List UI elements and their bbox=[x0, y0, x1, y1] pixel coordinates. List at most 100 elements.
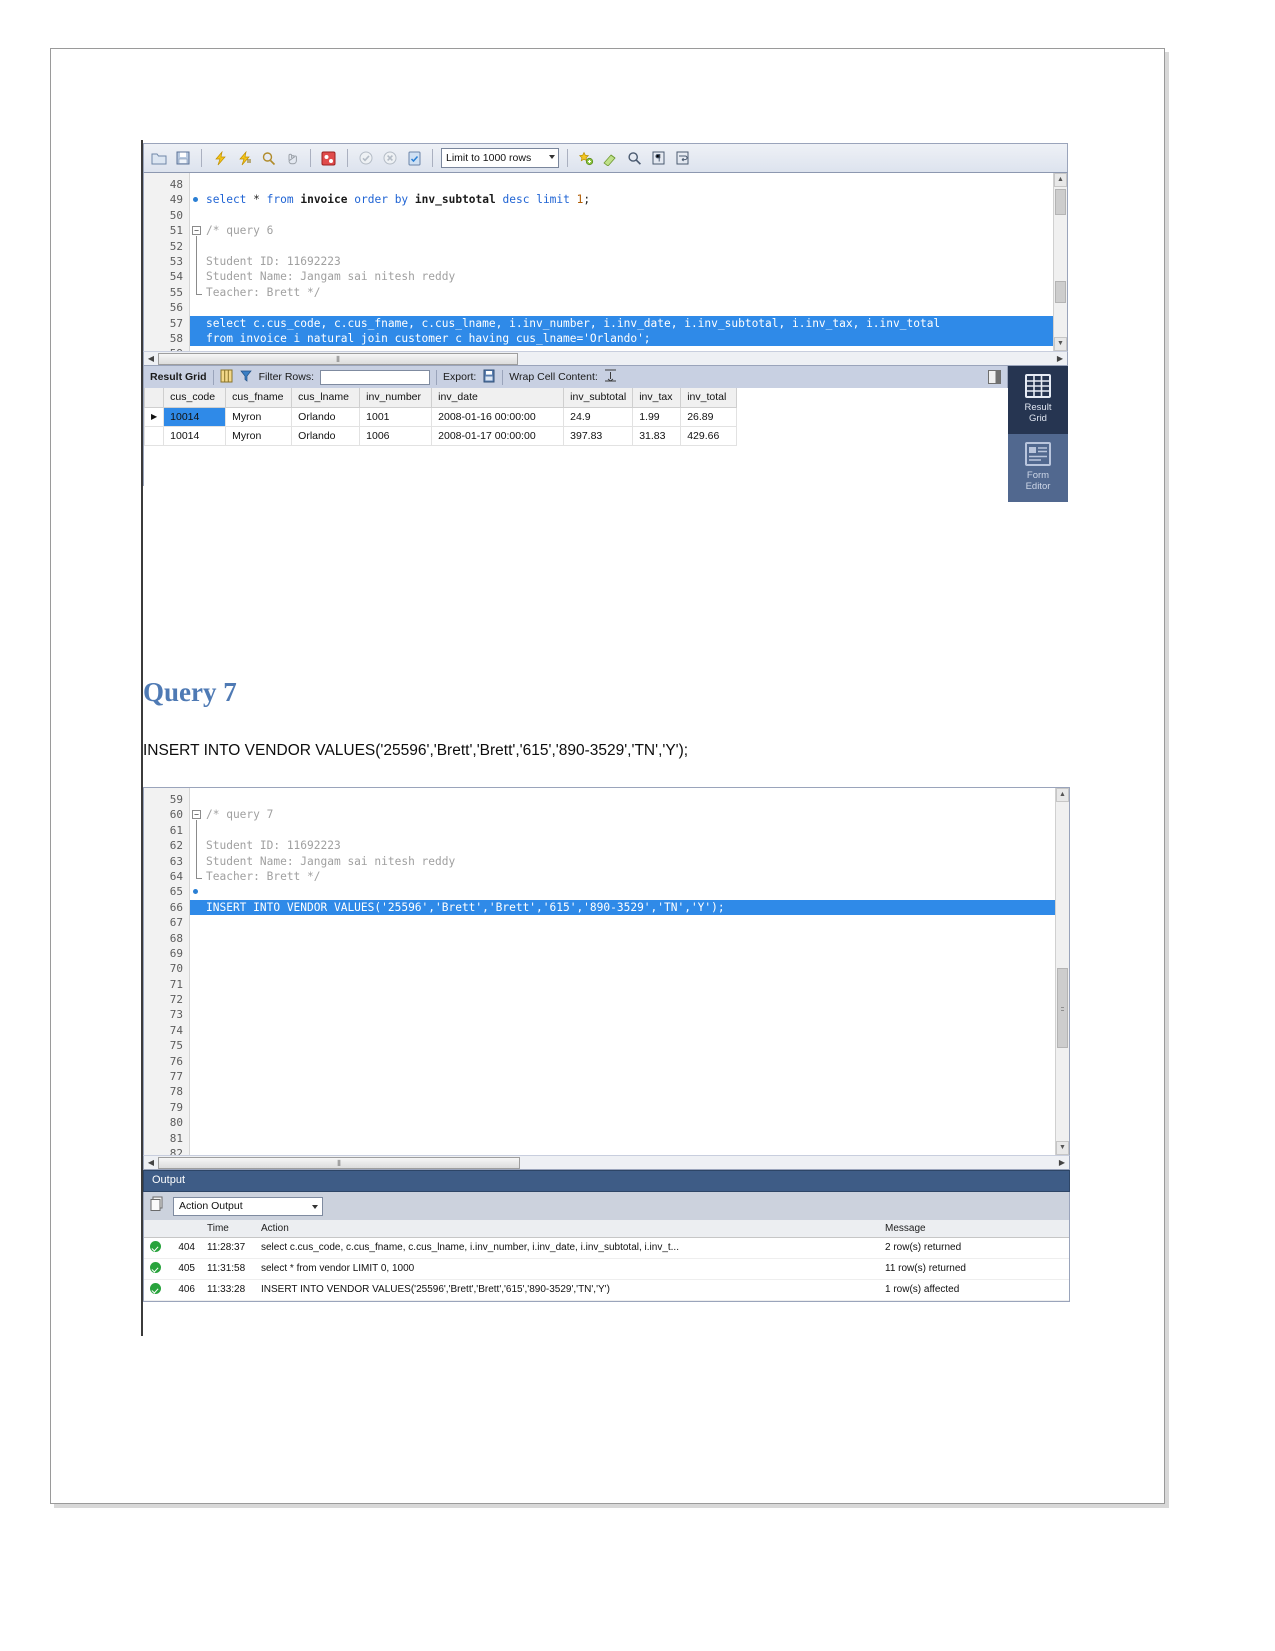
editor-line-selected[interactable]: from invoice i natural join customer c h… bbox=[190, 330, 1067, 347]
editor-vertical-scrollbar[interactable]: ▲ ▼ bbox=[1053, 173, 1067, 351]
grid-view-icon[interactable] bbox=[220, 369, 233, 386]
table-cell[interactable]: 1001 bbox=[359, 406, 433, 427]
editor-line[interactable]: Teacher: Brett */ bbox=[190, 285, 1067, 300]
editor-line[interactable] bbox=[190, 1069, 1069, 1084]
toggle-execution-plan-icon[interactable] bbox=[319, 148, 339, 168]
editor-line[interactable]: Student Name: Jangam sai nitesh reddy bbox=[190, 854, 1069, 869]
table-cell[interactable]: 429.66 bbox=[680, 425, 738, 446]
editor-vertical-scrollbar[interactable]: ▲ ▼ bbox=[1055, 788, 1069, 1155]
editor-line[interactable] bbox=[190, 1054, 1069, 1069]
editor-line[interactable] bbox=[190, 823, 1069, 838]
filter-rows-input[interactable] bbox=[320, 369, 431, 385]
result-grid-table[interactable]: cus_code cus_fname cus_lname inv_number inv_… bbox=[143, 388, 738, 446]
output-row[interactable]: 406 11:33:28 INSERT INTO VENDOR VALUES('25… bbox=[144, 1279, 1069, 1301]
execute-icon[interactable] bbox=[210, 148, 230, 168]
side-tab-form-editor[interactable]: Form Editor bbox=[1008, 434, 1068, 502]
editor-line[interactable]: Student ID: 11692223 bbox=[190, 838, 1069, 853]
output-row[interactable]: 405 11:31:58 select * from vendor LIMIT 0,… bbox=[144, 1258, 1069, 1280]
table-cell[interactable]: 26.89 bbox=[680, 406, 738, 427]
row-selector-arrow-icon[interactable] bbox=[143, 425, 165, 446]
scroll-right-arrow[interactable]: ▶ bbox=[1055, 1158, 1069, 1167]
editor-line[interactable] bbox=[190, 1131, 1069, 1146]
editor-line[interactable] bbox=[190, 239, 1067, 254]
editor-line[interactable] bbox=[190, 1038, 1069, 1053]
editor-line[interactable] bbox=[190, 208, 1067, 223]
hscroll-thumb[interactable]: ⦀ bbox=[158, 1156, 520, 1169]
toggle-invisible-chars-icon[interactable] bbox=[648, 148, 668, 168]
editor-line[interactable]: Student Name: Jangam sai nitesh reddy bbox=[190, 269, 1067, 284]
editor-line[interactable] bbox=[190, 1007, 1069, 1022]
filter-icon[interactable] bbox=[239, 369, 253, 386]
output-pane-icon[interactable] bbox=[150, 1196, 165, 1217]
export-icon[interactable] bbox=[482, 369, 496, 386]
code-fold-toggle-icon[interactable]: − bbox=[192, 226, 201, 236]
limit-rows-select[interactable]: Limit to 1000 rows bbox=[441, 148, 559, 168]
editor-line[interactable] bbox=[190, 792, 1069, 807]
column-header[interactable]: inv_subtotal bbox=[563, 388, 634, 408]
column-header[interactable]: cus_code bbox=[163, 388, 227, 408]
editor-line[interactable]: select * from invoice order by inv_subto… bbox=[190, 192, 1067, 207]
column-header[interactable]: inv_date bbox=[431, 388, 565, 408]
editor-line[interactable] bbox=[190, 977, 1069, 992]
table-cell[interactable]: 2008-01-16 00:00:00 bbox=[431, 406, 565, 427]
table-cell[interactable]: 10014 bbox=[163, 406, 227, 427]
table-cell[interactable]: 31.83 bbox=[632, 425, 682, 446]
sql-editor-top[interactable]: 484950515253545556575859 select * from i… bbox=[143, 173, 1068, 351]
editor-line[interactable] bbox=[190, 1084, 1069, 1099]
editor-line[interactable] bbox=[190, 961, 1069, 976]
editor-line[interactable] bbox=[190, 1100, 1069, 1115]
action-output-table[interactable]: Time Action Message 404 11:28:37 select c.cus… bbox=[144, 1220, 1069, 1301]
sql-editor-toolbar[interactable]: Limit to 1000 rows bbox=[143, 143, 1068, 173]
editor-line[interactable]: /* query 6− bbox=[190, 223, 1067, 238]
column-header[interactable]: inv_tax bbox=[632, 388, 682, 408]
editor-line[interactable]: Student ID: 11692223 bbox=[190, 254, 1067, 269]
editor-line-selected[interactable]: INSERT INTO VENDOR VALUES('25596','Brett… bbox=[190, 899, 1069, 916]
hscroll-track[interactable]: ⦀ bbox=[158, 1156, 1055, 1169]
editor-line[interactable]: /* query 7− bbox=[190, 807, 1069, 822]
scroll-thumb[interactable] bbox=[1057, 968, 1068, 1048]
table-cell[interactable]: Orlando bbox=[291, 406, 361, 427]
table-cell[interactable]: 24.9 bbox=[563, 406, 634, 427]
table-cell[interactable]: Myron bbox=[225, 425, 293, 446]
editor-line[interactable] bbox=[190, 177, 1067, 192]
scroll-right-arrow[interactable]: ▶ bbox=[1053, 354, 1067, 363]
hscroll-track[interactable]: ⦀ bbox=[158, 352, 1053, 365]
table-row[interactable]: 10014 Myron Orlando 1006 2008-01-17 00:00:00… bbox=[143, 425, 738, 446]
table-cell[interactable]: Myron bbox=[225, 406, 293, 427]
output-row[interactable]: 404 11:28:37 select c.cus_code, c.cus_fnam… bbox=[144, 1237, 1069, 1259]
execute-current-statement-icon[interactable] bbox=[234, 148, 254, 168]
column-header[interactable]: cus_fname bbox=[225, 388, 293, 408]
beautify-sql-icon[interactable] bbox=[576, 148, 596, 168]
result-side-tabs[interactable]: Result Grid Form Editor bbox=[1008, 366, 1068, 502]
editor-code-area[interactable]: select * from invoice order by inv_subto… bbox=[190, 173, 1067, 351]
open-folder-icon[interactable] bbox=[149, 148, 169, 168]
table-cell[interactable]: Orlando bbox=[291, 425, 361, 446]
scroll-left-arrow[interactable]: ◀ bbox=[144, 1158, 158, 1167]
editor-line[interactable] bbox=[190, 1115, 1069, 1130]
scroll-up-arrow[interactable]: ▲ bbox=[1056, 788, 1069, 802]
table-row[interactable]: ▶ 10014 Myron Orlando 1001 2008-01-16 00:00:0… bbox=[143, 406, 738, 427]
scroll-down-arrow[interactable]: ▼ bbox=[1056, 1141, 1069, 1155]
editor-line[interactable] bbox=[190, 300, 1067, 315]
save-icon[interactable] bbox=[173, 148, 193, 168]
editor-line[interactable] bbox=[190, 915, 1069, 930]
side-tab-result-grid[interactable]: Result Grid bbox=[1008, 366, 1068, 434]
editor-line[interactable] bbox=[190, 931, 1069, 946]
table-cell[interactable]: 397.83 bbox=[563, 425, 634, 446]
result-grid-toolbar[interactable]: Result Grid Filter Rows: Export: Wrap Ce… bbox=[143, 366, 1008, 388]
hscroll-thumb[interactable]: ⦀ bbox=[158, 352, 518, 365]
table-cell[interactable]: 1.99 bbox=[632, 406, 682, 427]
autocommit-toggle-icon[interactable] bbox=[404, 148, 424, 168]
editor-horizontal-scrollbar-top[interactable]: ◀ ⦀ ▶ bbox=[143, 351, 1068, 366]
clear-context-icon[interactable] bbox=[600, 148, 620, 168]
output-type-select[interactable]: Action Output bbox=[173, 1196, 323, 1216]
editor-line[interactable]: Teacher: Brett */ bbox=[190, 869, 1069, 884]
find-icon[interactable] bbox=[624, 148, 644, 168]
sql-editor-bottom[interactable]: 59 60 61 62 63 64 65 66 67 68 69 70 71 72 73 74 75 76 77 78… bbox=[143, 787, 1070, 1155]
scroll-thumb-secondary[interactable] bbox=[1055, 281, 1066, 303]
editor-line-selected[interactable]: select c.cus_code, c.cus_fname, c.cus_ln… bbox=[190, 315, 1067, 331]
table-cell[interactable]: 2008-01-17 00:00:00 bbox=[431, 425, 565, 446]
editor-line[interactable] bbox=[190, 992, 1069, 1007]
editor-line[interactable] bbox=[190, 1146, 1069, 1155]
row-selector-arrow-icon[interactable]: ▶ bbox=[143, 406, 165, 427]
